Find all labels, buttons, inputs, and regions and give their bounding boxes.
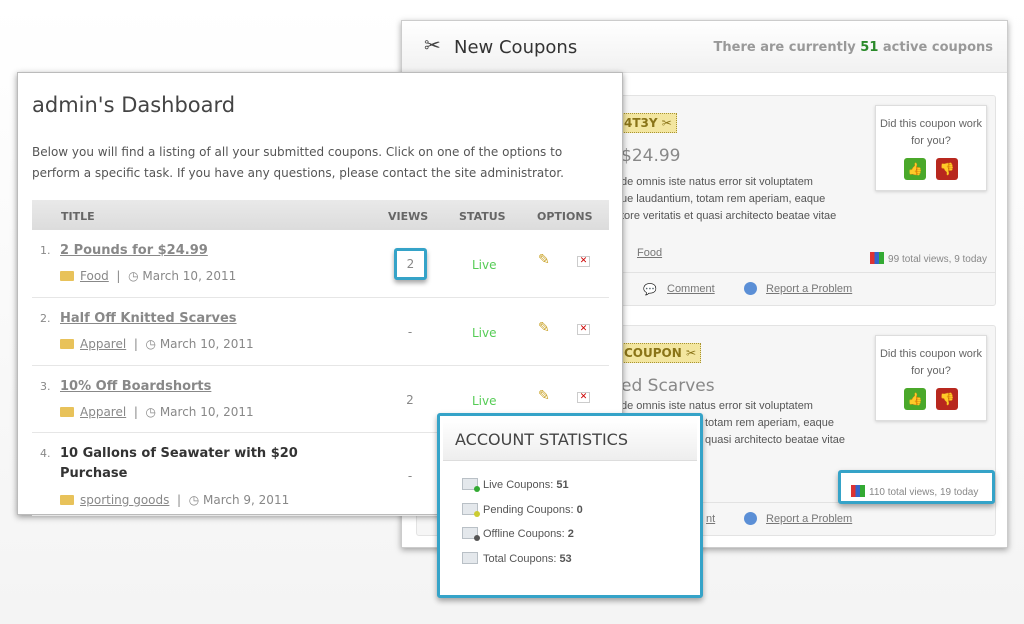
coupon-title-link[interactable]: 2 Pounds for $24.99 [60, 241, 330, 261]
edit-icon[interactable]: ✎ [538, 388, 550, 404]
folder-icon [60, 271, 74, 281]
views-highlight: 2 [394, 248, 427, 280]
stat-item: Live Coupons: 51 [462, 478, 569, 492]
comment-icon: 💬 [643, 284, 657, 296]
status-badge: Live [472, 326, 497, 340]
dashboard-title: admin's Dashboard [32, 93, 236, 117]
vote-box: Did this coupon work for you? 👍 👎 [875, 105, 987, 191]
edit-icon[interactable]: ✎ [538, 320, 550, 336]
coupon-status-icon [462, 502, 480, 517]
active-coupons-text: There are currently 51 active coupons [713, 40, 993, 55]
delete-icon[interactable]: ✕ [577, 392, 590, 403]
date: March 10, 2011 [159, 405, 254, 419]
table-header [32, 200, 609, 230]
views-value: 2 [406, 393, 414, 407]
report-link[interactable]: Report a Problem [766, 283, 852, 295]
coupon-title-link[interactable]: Half Off Knitted Scarves [60, 309, 330, 329]
thumbs-up-icon[interactable]: 👍 [904, 388, 926, 410]
chart-icon [870, 252, 885, 264]
coupon-code[interactable]: COUPON ✂ [619, 343, 702, 363]
help-icon [744, 282, 757, 295]
clock-icon: ◷ [145, 337, 156, 351]
thumbs-down-icon[interactable]: 👎 [936, 158, 958, 180]
clock-icon: ◷ [145, 405, 156, 419]
col-options: OPTIONS [537, 210, 593, 223]
new-coupons-header: ✂ New Coupons There are currently 51 act… [402, 21, 1007, 73]
folder-icon [60, 495, 74, 505]
category-link[interactable]: Food [637, 247, 662, 259]
coupon-status-icon [462, 527, 480, 541]
thumbs-up-icon[interactable]: 👍 [904, 158, 926, 180]
account-statistics: ACCOUNT STATISTICS Live Coupons: 51 Pendi… [437, 413, 703, 598]
new-coupons-title: New Coupons [454, 37, 578, 58]
thumbs-down-icon[interactable]: 👎 [936, 388, 958, 410]
scissors-icon: ✂ [661, 116, 672, 130]
category-link[interactable]: Apparel [80, 405, 126, 419]
coupon-status-icon [462, 478, 480, 492]
category-link[interactable]: sporting goods [80, 493, 169, 507]
delete-icon[interactable]: ✕ [577, 256, 590, 267]
vote-box: Did this coupon work for you? 👍 👎 [875, 335, 987, 421]
col-status: STATUS [459, 210, 506, 223]
folder-icon [60, 407, 74, 417]
stat-item: Total Coupons: 53 [462, 551, 572, 565]
views-value: - [407, 325, 413, 339]
scissors-icon: ✂ [424, 33, 441, 57]
edit-icon[interactable]: ✎ [538, 252, 550, 268]
views-value: - [407, 469, 413, 483]
status-badge: Live [472, 394, 497, 408]
row-number: 3. [40, 380, 51, 393]
folder-icon [60, 339, 74, 349]
views-count: 99 total views, 9 today [870, 252, 987, 265]
row-number: 1. [40, 244, 51, 257]
coupon-title: $24.99 [621, 146, 681, 166]
col-title[interactable]: TITLE [61, 210, 95, 223]
coupon-title-link[interactable]: 10% Off Boardshorts [60, 377, 330, 397]
chart-icon [851, 485, 865, 497]
comment-link[interactable]: Comment [667, 283, 715, 295]
coupon-description: de omnis iste natus error sit voluptatem… [621, 176, 837, 222]
table-row: 1. 2 Pounds for $24.99 Food | ◷ March 10… [32, 230, 609, 298]
delete-icon[interactable]: ✕ [577, 324, 590, 335]
row-number: 4. [40, 447, 51, 460]
dashboard-intro: Below you will find a listing of all you… [32, 145, 564, 180]
col-views[interactable]: VIEWS [388, 210, 428, 223]
scissors-icon: ✂ [685, 346, 697, 360]
coupon-status-icon [462, 551, 478, 564]
help-icon [744, 512, 757, 525]
status-badge: Live [472, 258, 497, 272]
views-highlight: 110 total views, 19 today [838, 470, 995, 504]
coupon-title-link[interactable]: 10 Gallons of Seawater with $20 Purchase [60, 444, 330, 484]
table-row: 2. Half Off Knitted Scarves Apparel | ◷ … [32, 298, 609, 366]
report-link[interactable]: Report a Problem [766, 513, 852, 525]
category-link[interactable]: Apparel [80, 337, 126, 351]
coupon-code[interactable]: 4T3Y ✂ [619, 113, 677, 133]
date: March 10, 2011 [159, 337, 254, 351]
clock-icon: ◷ [128, 269, 139, 283]
row-number: 2. [40, 312, 51, 325]
clock-icon: ◷ [188, 493, 200, 507]
coupon-title: ed Scarves [621, 376, 715, 396]
stat-item: Pending Coupons: 0 [462, 502, 583, 517]
date: March 9, 2011 [203, 493, 290, 507]
stat-item: Offline Coupons: 2 [462, 527, 574, 541]
category-link[interactable]: Food [80, 269, 109, 283]
date: March 10, 2011 [142, 269, 237, 283]
comment-link[interactable]: nt [706, 513, 715, 525]
stats-title: ACCOUNT STATISTICS [455, 430, 628, 449]
